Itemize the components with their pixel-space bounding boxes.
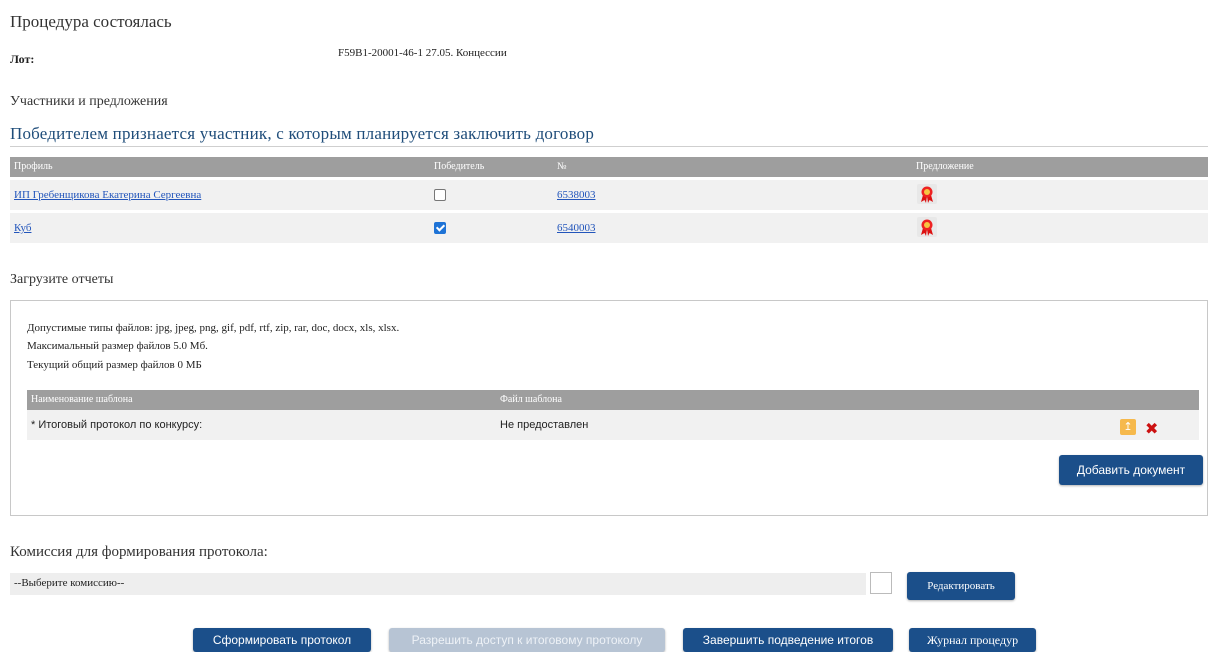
template-name: * Итоговый протокол по конкурсу: <box>31 419 203 431</box>
allowed-file-types: Допустимые типы файлов: jpg, jpeg, png, … <box>27 322 400 334</box>
delete-icon[interactable]: ✖ <box>1145 419 1158 438</box>
commission-select[interactable]: --Выберите комиссию-- <box>10 573 866 595</box>
column-header-profile: Профиль <box>14 161 53 172</box>
current-file-size: Текущий общий размер файлов 0 МБ <box>27 359 202 371</box>
participants-table-header: Профиль Победитель № Предложение <box>10 157 1208 177</box>
winner-checkbox[interactable] <box>434 189 446 201</box>
table-row: * Итоговый протокол по конкурсу: Не пред… <box>27 410 1199 440</box>
ribbon-award-icon[interactable] <box>917 217 937 237</box>
commission-select-value: --Выберите комиссию-- <box>14 577 125 589</box>
procedure-status-title: Процедура состоялась <box>10 12 172 31</box>
finish-results-button[interactable]: Завершить подведение итогов <box>683 628 893 652</box>
column-header-offer: Предложение <box>916 161 974 172</box>
commission-checkbox[interactable] <box>870 572 892 594</box>
allow-access-button[interactable]: Разрешить доступ к итоговому протоколу <box>389 628 665 652</box>
reports-section-label: Загрузите отчеты <box>10 272 114 287</box>
winner-notice: Победителем признается участник, с котор… <box>10 124 595 143</box>
lot-value: F59B1-20001-46-1 27.05. Концессии <box>338 47 507 59</box>
procedure-journal-button[interactable]: Журнал процедур <box>909 628 1036 652</box>
lot-label: Лот: <box>10 52 35 66</box>
template-table-header: Наименование шаблона Файл шаблона <box>27 390 1199 410</box>
column-header-template-name: Наименование шаблона <box>31 394 133 405</box>
table-row: Куб 6540003 <box>10 213 1208 243</box>
column-header-template-file: Файл шаблона <box>500 394 562 405</box>
winner-checkbox[interactable] <box>434 222 446 234</box>
template-file-status: Не предоставлен <box>500 419 589 431</box>
offer-number-link[interactable]: 6538003 <box>557 189 596 201</box>
divider <box>10 146 1208 147</box>
participants-section-label: Участники и предложения <box>10 94 168 109</box>
add-document-button[interactable]: Добавить документ <box>1059 455 1203 485</box>
participant-profile-link[interactable]: ИП Гребенщикова Екатерина Сергеевна <box>14 189 201 201</box>
reports-upload-panel: Допустимые типы файлов: jpg, jpeg, png, … <box>10 300 1208 516</box>
max-file-size: Максимальный размер файлов 5.0 Мб. <box>27 340 208 352</box>
participant-profile-link[interactable]: Куб <box>14 222 31 234</box>
form-protocol-button[interactable]: Сформировать протокол <box>193 628 371 652</box>
column-header-winner: Победитель <box>434 161 485 172</box>
offer-number-link[interactable]: 6540003 <box>557 222 596 234</box>
ribbon-award-icon[interactable] <box>917 184 937 204</box>
edit-commission-button[interactable]: Редактировать <box>907 572 1015 600</box>
column-header-number: № <box>557 161 567 172</box>
commission-label: Комиссия для формирования протокола: <box>10 544 268 560</box>
table-row: ИП Гребенщикова Екатерина Сергеевна 6538… <box>10 180 1208 210</box>
upload-icon[interactable]: ↥ <box>1120 419 1136 435</box>
